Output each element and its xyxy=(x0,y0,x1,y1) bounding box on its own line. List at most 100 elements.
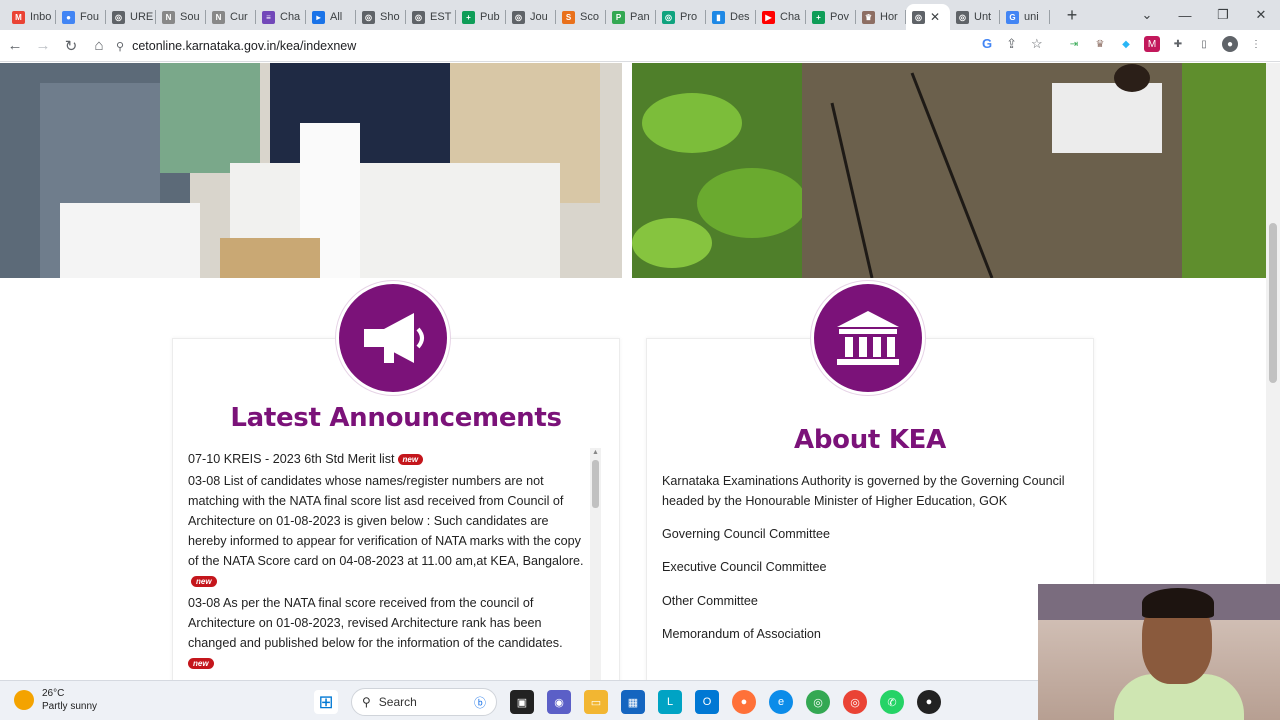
tab-label: URE xyxy=(130,11,154,23)
browser-tab[interactable]: ◎ Unt xyxy=(950,4,1000,30)
taskbar-search-label: Search xyxy=(378,695,417,709)
announcement-item[interactable]: 07-10 KREIS - 2023 6th Std Merit list new xyxy=(188,449,588,469)
profile-avatar-icon[interactable]: ● xyxy=(1222,36,1238,52)
tab-list: M Inbo ● Fou ◎ URE N Sou N Cur ≡ Cha ▸ All ◎ Sho ◎ EST + Pu… xyxy=(6,0,1050,30)
tab-label: Cha xyxy=(780,11,801,23)
google-icon: G xyxy=(1006,10,1019,24)
announcements-scrollbar[interactable]: ▲ xyxy=(590,448,601,680)
nmn-icon: N xyxy=(162,10,175,24)
announcement-item[interactable]: 03-08 As per the NATA final score receiv… xyxy=(188,593,588,673)
site-info-icon[interactable]: ⚲ xyxy=(116,40,124,53)
microsoft-store-icon[interactable]: ▦ xyxy=(621,690,645,714)
teams-chat-icon[interactable]: ◉ xyxy=(547,690,571,714)
browser-tab[interactable]: N Cur xyxy=(206,4,256,30)
window-controls: ⌄ — ❐ ✕ xyxy=(1128,0,1280,30)
webcam-person-hair xyxy=(1142,588,1214,618)
url-text: cetonline.karnataka.gov.in/kea/indexnew xyxy=(132,39,357,53)
browser-tab[interactable]: ▶ Cha xyxy=(756,4,806,30)
address-bar[interactable]: ⚲ cetonline.karnataka.gov.in/kea/indexne… xyxy=(116,33,976,59)
browser-tab[interactable]: M Inbo xyxy=(6,4,56,30)
about-kea-description: Karnataka Examinations Authority is gove… xyxy=(662,474,1065,508)
tab-label: Pub xyxy=(480,11,500,23)
home-icon[interactable]: ⌂ xyxy=(86,33,112,59)
bookmark-star-icon[interactable]: ☆ xyxy=(1031,36,1043,52)
tab-close-icon[interactable]: ✕ xyxy=(930,10,940,24)
announcement-item[interactable]: 03-08 List of candidates whose names/reg… xyxy=(188,471,588,591)
tab-label: Inbo xyxy=(30,11,52,23)
hero-image-architecture xyxy=(0,63,622,278)
institution-icon xyxy=(811,281,925,395)
browser-tab[interactable]: Guni xyxy=(1000,4,1050,30)
app-l-icon[interactable]: L xyxy=(658,690,682,714)
edge-icon[interactable]: e xyxy=(769,690,793,714)
tab-label: uni xyxy=(1024,11,1039,23)
minimize-icon[interactable]: — xyxy=(1166,8,1204,23)
menu-kebab-icon[interactable]: ⋮ xyxy=(1248,36,1264,52)
new-badge: new xyxy=(397,454,424,466)
browser-tab[interactable]: ▮ Des xyxy=(706,4,756,30)
globe-icon: ◎ xyxy=(112,10,125,24)
browser-tab[interactable]: S Sco xyxy=(556,4,606,30)
extension-diamond-icon[interactable]: ◆ xyxy=(1118,36,1134,52)
new-tab-button[interactable]: + xyxy=(1058,1,1086,29)
weather-widget[interactable]: 26°C Partly sunny xyxy=(14,687,97,713)
weather-condition: Partly sunny xyxy=(42,701,98,712)
extensions-puzzle-icon[interactable]: ✚ xyxy=(1170,36,1186,52)
back-icon[interactable]: ← xyxy=(2,33,28,59)
tab-label: Pan xyxy=(630,11,650,23)
tab-label: All xyxy=(330,11,343,23)
browser-tab[interactable]: ◎ EST xyxy=(406,4,456,30)
google-translate-icon[interactable]: G xyxy=(982,36,992,52)
browser-tab[interactable]: ≡ Cha xyxy=(256,4,306,30)
browser-tab[interactable]: ◎ Sho xyxy=(356,4,406,30)
app-dark-icon[interactable]: ● xyxy=(917,690,941,714)
firefox-icon[interactable]: ● xyxy=(732,690,756,714)
chevron-down-icon[interactable]: ⌄ xyxy=(1128,7,1166,23)
emblem-icon: ♛ xyxy=(862,10,875,24)
browser-tab[interactable]: ◎ Pro xyxy=(656,4,706,30)
tab-strip: M Inbo ● Fou ◎ URE N Sou N Cur ≡ Cha ▸ All ◎ Sho ◎ EST + Pu… xyxy=(0,0,1280,30)
memorandum-link[interactable]: Memorandum of Association xyxy=(662,627,821,641)
browser-tab[interactable]: ● Fou xyxy=(56,4,106,30)
browser-tab[interactable]: N Sou xyxy=(156,4,206,30)
chrome-profile-icon[interactable]: ◎ xyxy=(843,690,867,714)
tab-label: Cha xyxy=(280,11,301,23)
browser-tab[interactable]: ▸ All xyxy=(306,4,356,30)
scroll-up-icon[interactable]: ▲ xyxy=(590,448,601,458)
app-o-icon[interactable]: O xyxy=(695,690,719,714)
restore-icon[interactable]: ❐ xyxy=(1204,7,1242,23)
taskbar-search[interactable]: ⚲ Search ⓑ xyxy=(351,688,497,716)
extension-emblem-icon[interactable]: ♛ xyxy=(1092,36,1108,52)
agriculture-photo xyxy=(632,63,1266,278)
browser-tab[interactable]: P Pan xyxy=(606,4,656,30)
forward-icon[interactable]: → xyxy=(30,33,56,59)
file-explorer-icon[interactable]: ▭ xyxy=(584,690,608,714)
whatsapp-icon[interactable]: ✆ xyxy=(880,690,904,714)
browser-tab[interactable]: ◎ URE xyxy=(106,4,156,30)
extension-arrow-icon[interactable]: ⇥ xyxy=(1066,36,1082,52)
governing-council-link[interactable]: Governing Council Committee xyxy=(662,527,830,541)
tab-label: Pro xyxy=(680,11,698,23)
windows-start-icon[interactable]: ⊞ xyxy=(314,690,338,714)
page-scroll-thumb[interactable] xyxy=(1269,223,1277,383)
tab-label: Pov xyxy=(830,11,849,23)
extension-mendeley-icon[interactable]: M xyxy=(1144,36,1160,52)
chrome-icon[interactable]: ◎ xyxy=(806,690,830,714)
other-committee-link[interactable]: Other Committee xyxy=(662,594,758,608)
scroll-thumb[interactable] xyxy=(592,460,599,508)
browser-tab[interactable]: ◎ ✕ xyxy=(906,4,950,30)
architecture-photo xyxy=(0,63,622,278)
browser-tab[interactable]: + Pov xyxy=(806,4,856,30)
side-panel-icon[interactable]: ▯ xyxy=(1196,36,1212,52)
browser-tab[interactable]: ♛ Hor xyxy=(856,4,906,30)
megaphone-icon xyxy=(336,281,450,395)
reload-icon[interactable]: ↻ xyxy=(58,33,84,59)
browser-tab[interactable]: + Pub xyxy=(456,4,506,30)
browser-toolbar: ← → ↻ ⌂ ⚲ cetonline.karnataka.gov.in/kea… xyxy=(0,30,1280,62)
tab-label: Fou xyxy=(80,11,99,23)
share-icon[interactable]: ⇪ xyxy=(1006,36,1017,52)
browser-tab[interactable]: ◎ Jou xyxy=(506,4,556,30)
close-icon[interactable]: ✕ xyxy=(1242,7,1280,23)
executive-council-link[interactable]: Executive Council Committee xyxy=(662,560,826,574)
task-view-icon[interactable]: ▣ xyxy=(510,690,534,714)
